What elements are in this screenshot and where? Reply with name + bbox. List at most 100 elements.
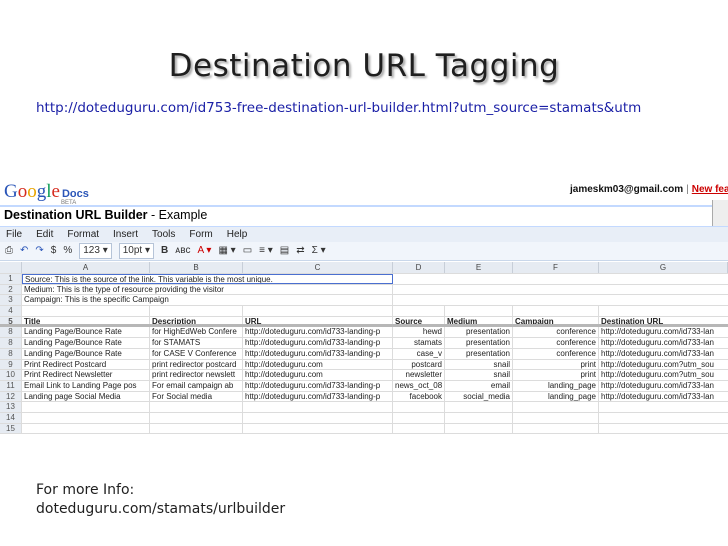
table-cell[interactable]: Landing page Social Media bbox=[22, 391, 150, 402]
table-cell[interactable]: print bbox=[513, 370, 599, 380]
table-cell[interactable]: http://doteduguru.com/id733-landing-p bbox=[243, 348, 393, 359]
table-cell[interactable]: conference bbox=[513, 327, 599, 338]
table-cell[interactable] bbox=[243, 306, 393, 316]
row-number[interactable]: 9 bbox=[0, 359, 22, 370]
corner-cell[interactable] bbox=[0, 262, 22, 273]
table-cell[interactable]: For Social media bbox=[150, 391, 243, 402]
table-cell[interactable]: http://doteduguru.com bbox=[243, 359, 393, 370]
menu-insert[interactable]: Insert bbox=[113, 229, 138, 240]
table-cell[interactable] bbox=[150, 412, 243, 423]
row-number[interactable]: 8 bbox=[0, 338, 22, 348]
borders-icon[interactable]: ▦ ▾ bbox=[218, 244, 235, 258]
row-number[interactable]: 15 bbox=[0, 423, 22, 434]
table-cell[interactable]: social_media bbox=[445, 391, 513, 402]
table-cell[interactable] bbox=[513, 402, 599, 412]
sum-dropdown[interactable]: Σ ▾ bbox=[312, 244, 326, 258]
table-cell[interactable] bbox=[243, 423, 393, 434]
table-cell[interactable]: http://doteduguru.com bbox=[243, 370, 393, 380]
table-cell[interactable] bbox=[243, 402, 393, 412]
table-cell[interactable] bbox=[150, 423, 243, 434]
table-cell[interactable] bbox=[599, 402, 728, 412]
menu-file[interactable]: File bbox=[6, 229, 22, 240]
table-cell[interactable]: facebook bbox=[393, 391, 445, 402]
new-features-link[interactable]: New fea bbox=[692, 184, 728, 195]
row-number[interactable]: 13 bbox=[0, 402, 22, 412]
table-cell[interactable]: landing_page bbox=[513, 380, 599, 391]
table-cell[interactable] bbox=[513, 306, 599, 316]
window-scrollbar[interactable] bbox=[712, 200, 728, 226]
table-cell[interactable]: presentation bbox=[445, 348, 513, 359]
table-cell[interactable]: http://doteduguru.com/id733-landing-p bbox=[243, 327, 393, 338]
table-cell[interactable]: conference bbox=[513, 338, 599, 348]
header-cell[interactable]: Destination URL bbox=[599, 317, 728, 325]
table-cell[interactable] bbox=[393, 306, 445, 316]
table-cell[interactable]: email bbox=[445, 380, 513, 391]
table-cell[interactable] bbox=[599, 413, 728, 423]
table-cell[interactable]: print redirector postcard bbox=[150, 359, 243, 370]
document-title[interactable]: Destination URL Builder - Example bbox=[4, 208, 207, 222]
table-cell[interactable] bbox=[445, 306, 513, 316]
redo-icon[interactable]: ↷ bbox=[35, 244, 43, 258]
header-cell[interactable]: Description bbox=[150, 316, 243, 325]
table-cell[interactable] bbox=[599, 306, 728, 316]
menu-edit[interactable]: Edit bbox=[36, 229, 53, 240]
text-color-icon[interactable]: A ▾ bbox=[198, 244, 212, 258]
currency-format-button[interactable]: $ bbox=[51, 244, 57, 258]
table-cell[interactable]: newsletter bbox=[393, 370, 445, 380]
table-cell[interactable]: snail bbox=[445, 370, 513, 380]
table-cell[interactable]: http://doteduguru.com/id733-lan bbox=[599, 392, 728, 402]
menu-form[interactable]: Form bbox=[189, 229, 212, 240]
row-number[interactable]: 1 bbox=[0, 274, 22, 284]
table-cell[interactable]: conference bbox=[513, 348, 599, 359]
table-cell[interactable]: presentation bbox=[445, 327, 513, 338]
print-icon[interactable]: ⎙ bbox=[5, 244, 13, 258]
row-number[interactable]: 8 bbox=[0, 327, 22, 338]
row-number[interactable]: 2 bbox=[0, 284, 22, 295]
table-cell[interactable] bbox=[150, 306, 243, 316]
table-cell[interactable]: http://doteduguru.com/id733-lan bbox=[599, 349, 728, 359]
merge-icon[interactable]: ▭ bbox=[243, 244, 252, 258]
header-cell[interactable]: Title bbox=[22, 316, 150, 325]
table-cell[interactable]: postcard bbox=[393, 359, 445, 370]
percent-format-button[interactable]: % bbox=[63, 244, 72, 258]
insert-icon[interactable]: ⇄ bbox=[296, 244, 304, 258]
table-cell[interactable]: for STAMATS bbox=[150, 338, 243, 348]
table-cell[interactable]: for HighEdWeb Confere bbox=[150, 327, 243, 338]
table-cell[interactable] bbox=[445, 412, 513, 423]
table-cell[interactable] bbox=[393, 423, 445, 434]
table-cell[interactable] bbox=[22, 306, 150, 316]
table-cell[interactable]: http://doteduguru.com/id733-landing-p bbox=[243, 338, 393, 348]
menu-format[interactable]: Format bbox=[67, 229, 99, 240]
row-number[interactable]: 4 bbox=[0, 306, 22, 316]
table-cell[interactable]: Landing Page/Bounce Rate bbox=[22, 348, 150, 359]
column-header-d[interactable]: D bbox=[393, 262, 445, 273]
table-cell[interactable] bbox=[445, 402, 513, 412]
column-header-a[interactable]: A bbox=[22, 262, 150, 273]
table-cell[interactable]: http://doteduguru.com/id733-lan bbox=[599, 381, 728, 391]
table-cell[interactable]: snail bbox=[445, 359, 513, 370]
table-cell[interactable] bbox=[393, 412, 445, 423]
more-info-url[interactable]: doteduguru.com/stamats/urlbuilder bbox=[36, 500, 285, 519]
table-cell[interactable] bbox=[243, 412, 393, 423]
header-cell[interactable]: URL bbox=[243, 316, 393, 325]
number-format-dropdown[interactable]: 123 ▾ bbox=[79, 243, 112, 259]
table-cell[interactable]: landing_page bbox=[513, 391, 599, 402]
table-cell[interactable]: http://doteduguru.com?utm_sou bbox=[599, 360, 728, 370]
table-cell[interactable]: print redirector newslett bbox=[150, 370, 243, 380]
wrap-icon[interactable]: ▤ bbox=[280, 244, 289, 258]
row-number[interactable]: 5 bbox=[0, 316, 22, 325]
table-cell[interactable] bbox=[445, 423, 513, 434]
menu-tools[interactable]: Tools bbox=[152, 229, 175, 240]
table-cell[interactable] bbox=[150, 402, 243, 412]
column-header-e[interactable]: E bbox=[445, 262, 513, 273]
strikethrough-icon[interactable]: ᴀʙᴄ bbox=[175, 244, 190, 258]
table-cell[interactable] bbox=[22, 423, 150, 434]
google-docs-logo[interactable]: Google Docs BETA bbox=[4, 181, 89, 206]
table-cell[interactable]: print bbox=[513, 359, 599, 370]
bold-icon[interactable]: B bbox=[161, 244, 168, 258]
builder-url-link[interactable]: http://doteduguru.com/id753-free-destina… bbox=[36, 100, 692, 116]
table-cell[interactable]: http://doteduguru.com/id733-landing-p bbox=[243, 380, 393, 391]
note-cell[interactable]: Source: This is the source of the link. … bbox=[22, 274, 393, 284]
row-number[interactable]: 8 bbox=[0, 348, 22, 359]
table-cell[interactable]: Print Redirect Postcard bbox=[22, 359, 150, 370]
